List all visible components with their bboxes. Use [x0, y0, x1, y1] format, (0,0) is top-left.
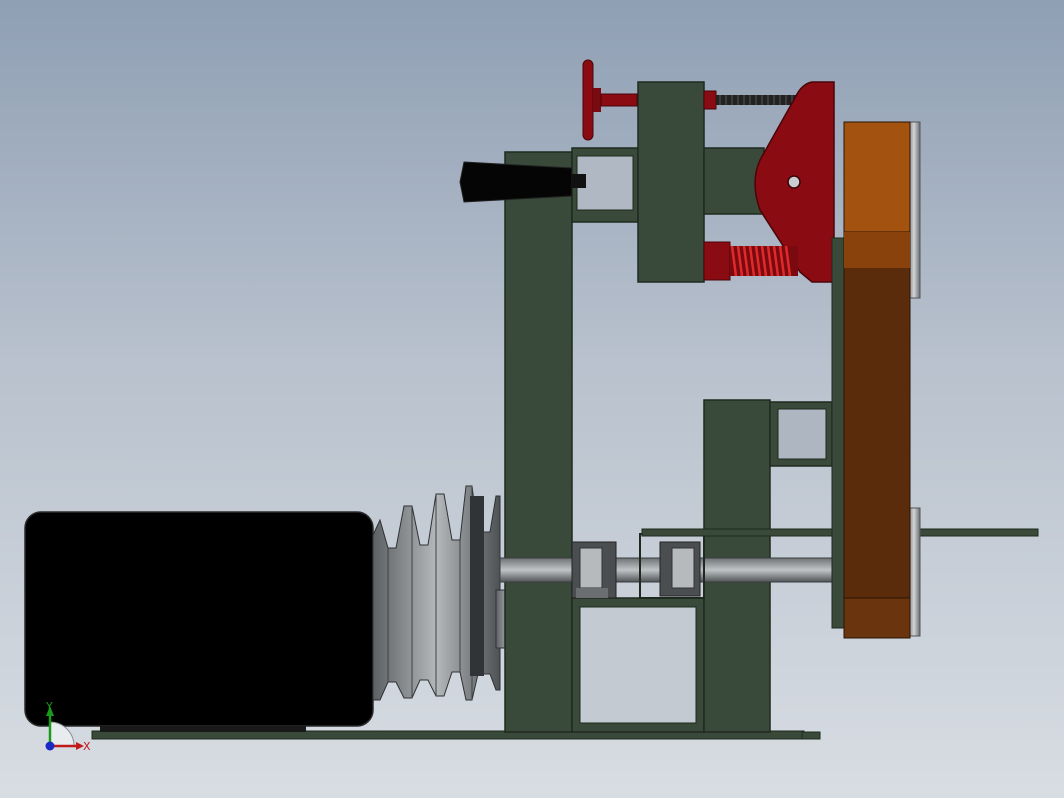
- wheel-column[interactable]: [831, 237, 845, 629]
- z-axis-dot: [45, 741, 55, 751]
- cad-viewport[interactable]: Y X: [0, 0, 1064, 798]
- bearing-block-left[interactable]: [571, 541, 617, 599]
- tilt-knob[interactable]: [459, 161, 586, 203]
- sanding-belt[interactable]: [843, 121, 911, 639]
- x-axis-label: X: [83, 740, 91, 753]
- motor-body[interactable]: [24, 511, 374, 732]
- y-axis-label: Y: [45, 700, 53, 713]
- stepped-pulley[interactable]: [372, 485, 525, 701]
- tension-spring[interactable]: [703, 241, 798, 281]
- belt-grinder-drawing: Y X: [24, 59, 1039, 753]
